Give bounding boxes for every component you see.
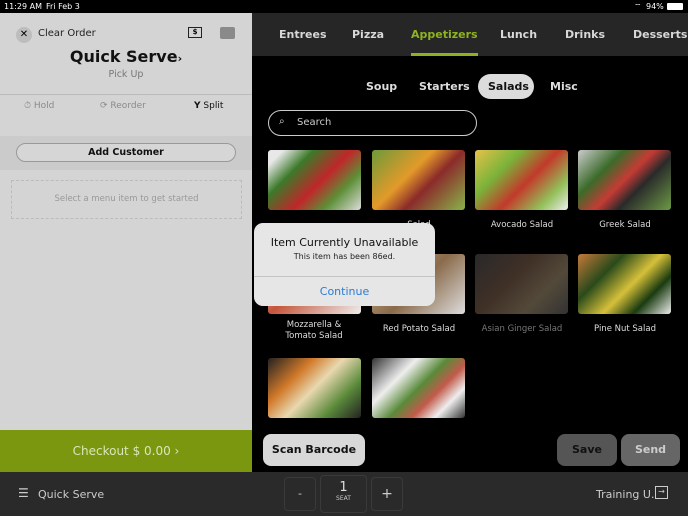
empty-order-hint: Select a menu item to get started: [11, 180, 242, 219]
divider: [0, 94, 252, 95]
menu-item-label[interactable]: Avocado Salad: [467, 220, 577, 231]
checkout-button[interactable]: Checkout $ 0.00 ›: [0, 430, 252, 472]
time: 11:29 AM: [4, 2, 42, 11]
menu-item-label[interactable]: Asian Ginger Salad: [467, 324, 577, 335]
unavailable-alert: Item Currently Unavailable This item has…: [254, 223, 435, 306]
battery-icon: [667, 3, 683, 10]
menu-item-image[interactable]: [475, 150, 568, 210]
alert-message: This item has been 86ed.: [293, 252, 396, 261]
reorder-label: Reorder: [110, 101, 146, 111]
search-icon: ⌕: [279, 116, 285, 127]
split-button[interactable]: Y Split: [194, 101, 223, 111]
scan-barcode-button[interactable]: Scan Barcode: [263, 434, 365, 466]
print-icon[interactable]: [220, 27, 235, 39]
seat-indicator[interactable]: 1 SEAT: [320, 475, 367, 513]
subtab-salads[interactable]: Salads: [478, 74, 534, 99]
search-placeholder: Search: [297, 117, 332, 128]
subtab-starters[interactable]: Starters: [409, 74, 480, 99]
date: Fri Feb 3: [46, 2, 80, 11]
user-name[interactable]: Training U.: [596, 488, 654, 501]
seat-plus-button[interactable]: +: [371, 477, 403, 511]
status-bar: 11:29 AM Fri Feb 3 ⌔ 94%: [0, 0, 688, 13]
refresh-icon: ⟳: [100, 101, 108, 111]
menu-item-label[interactable]: Greek Salad: [570, 220, 680, 231]
split-icon: Y: [194, 101, 201, 111]
order-title-text: Quick Serve: [69, 47, 178, 66]
tab-pizza[interactable]: Pizza: [352, 13, 384, 56]
search-input[interactable]: ⌕ Search: [268, 110, 477, 136]
add-customer-button[interactable]: Add Customer: [16, 143, 236, 162]
tab-drinks[interactable]: Drinks: [565, 13, 605, 56]
tab-desserts[interactable]: Desserts: [633, 13, 687, 56]
logout-icon[interactable]: →: [655, 486, 668, 499]
send-button[interactable]: Send: [621, 434, 680, 466]
tab-entrees[interactable]: Entrees: [279, 13, 327, 56]
timer-icon: ⏱: [24, 101, 32, 111]
menu-item-image[interactable]: [268, 150, 361, 210]
menu-item-label[interactable]: Red Potato Salad: [364, 324, 474, 335]
tab-appetizers[interactable]: Appetizers: [411, 13, 478, 56]
order-title[interactable]: Quick Serve›: [0, 47, 252, 66]
hold-label: Hold: [33, 101, 55, 111]
close-icon[interactable]: ✕: [16, 27, 32, 43]
order-type: Pick Up: [108, 69, 144, 80]
menu-item-image[interactable]: [372, 150, 465, 210]
menu-item-image[interactable]: [268, 358, 361, 418]
split-label: Split: [203, 101, 224, 111]
seat-minus-button[interactable]: -: [284, 477, 316, 511]
menu-item-image[interactable]: [372, 358, 465, 418]
seat-label: SEAT: [336, 495, 351, 502]
chevron-right-icon: ›: [177, 52, 183, 65]
wifi-icon: ⌔: [634, 2, 642, 11]
subtab-misc[interactable]: Misc: [540, 74, 588, 99]
hold-button[interactable]: ⏱ Hold: [24, 101, 54, 111]
order-panel: ✕ Clear Order $ Quick Serve› Pick Up ⏱ H…: [0, 13, 252, 430]
alert-title: Item Currently Unavailable: [270, 236, 419, 249]
category-tabs: Entrees Pizza Appetizers Lunch Drinks De…: [252, 13, 688, 56]
seat-number: 1: [339, 480, 348, 495]
tab-lunch[interactable]: Lunch: [500, 13, 537, 56]
menu-item-image[interactable]: [578, 254, 671, 314]
bottom-bar: ☰ Quick Serve - 1 SEAT + Training U. →: [0, 472, 688, 516]
cash-drawer-icon[interactable]: $: [188, 27, 202, 38]
menu-item-label[interactable]: Pine Nut Salad: [570, 324, 680, 335]
battery-level: 94%: [646, 2, 664, 11]
menu-label[interactable]: Quick Serve: [38, 488, 104, 501]
menu-icon[interactable]: ☰: [18, 486, 29, 500]
reorder-button[interactable]: ⟳ Reorder: [100, 101, 146, 111]
continue-button[interactable]: Continue: [254, 277, 435, 306]
menu-item-image[interactable]: [475, 254, 568, 314]
menu-item-label[interactable]: Mozzarella & Tomato Salad: [274, 320, 354, 342]
menu-item-image[interactable]: [578, 150, 671, 210]
subtab-soup[interactable]: Soup: [356, 74, 407, 99]
clear-order-button[interactable]: Clear Order: [38, 28, 96, 39]
save-button[interactable]: Save: [557, 434, 617, 466]
